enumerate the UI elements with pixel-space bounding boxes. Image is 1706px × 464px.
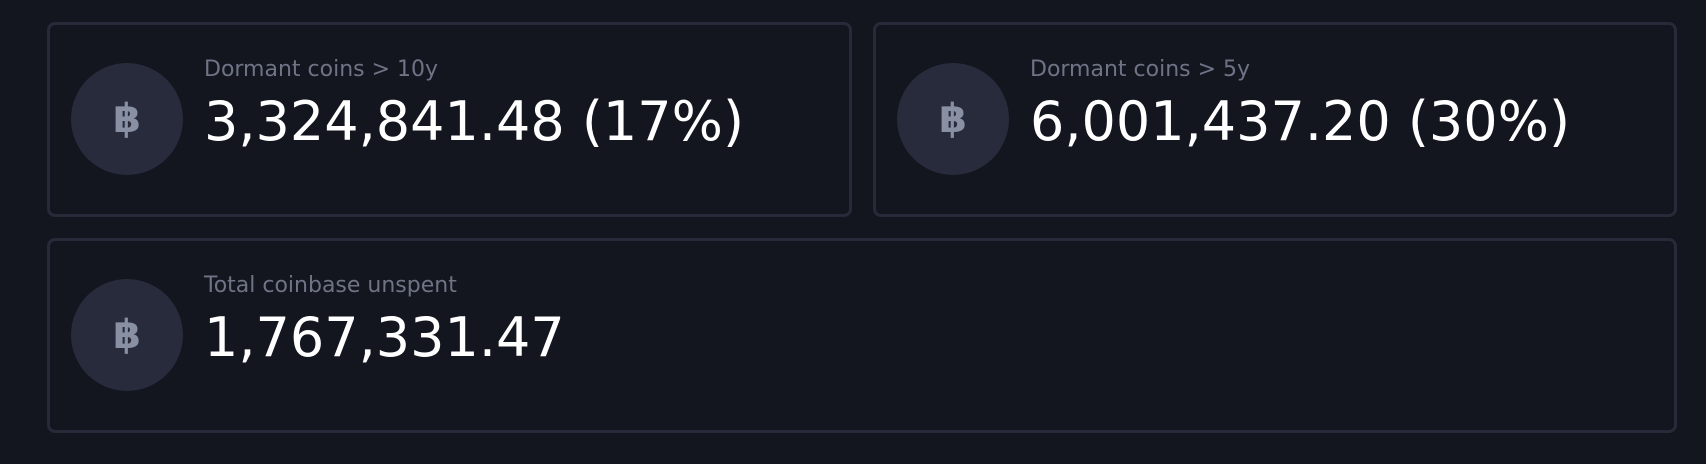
stat-card-dormant-10y: ฿ Dormant coins > 10y 3,324,841.48 (17%) xyxy=(47,22,852,217)
stat-label: Dormant coins > 10y xyxy=(204,57,439,82)
stat-value: 6,001,437.20 (30%) xyxy=(1030,90,1571,153)
stat-label: Total coinbase unspent xyxy=(204,273,457,298)
bitcoin-icon: ฿ xyxy=(897,63,1009,175)
stat-label: Dormant coins > 5y xyxy=(1030,57,1251,82)
bitcoin-icon: ฿ xyxy=(71,279,183,391)
bitcoin-icon: ฿ xyxy=(71,63,183,175)
stat-value: 1,767,331.47 xyxy=(204,306,565,369)
stat-card-coinbase-unspent: ฿ Total coinbase unspent 1,767,331.47 xyxy=(47,238,1677,433)
stat-card-dormant-5y: ฿ Dormant coins > 5y 6,001,437.20 (30%) xyxy=(873,22,1677,217)
stat-value: 3,324,841.48 (17%) xyxy=(204,90,745,153)
